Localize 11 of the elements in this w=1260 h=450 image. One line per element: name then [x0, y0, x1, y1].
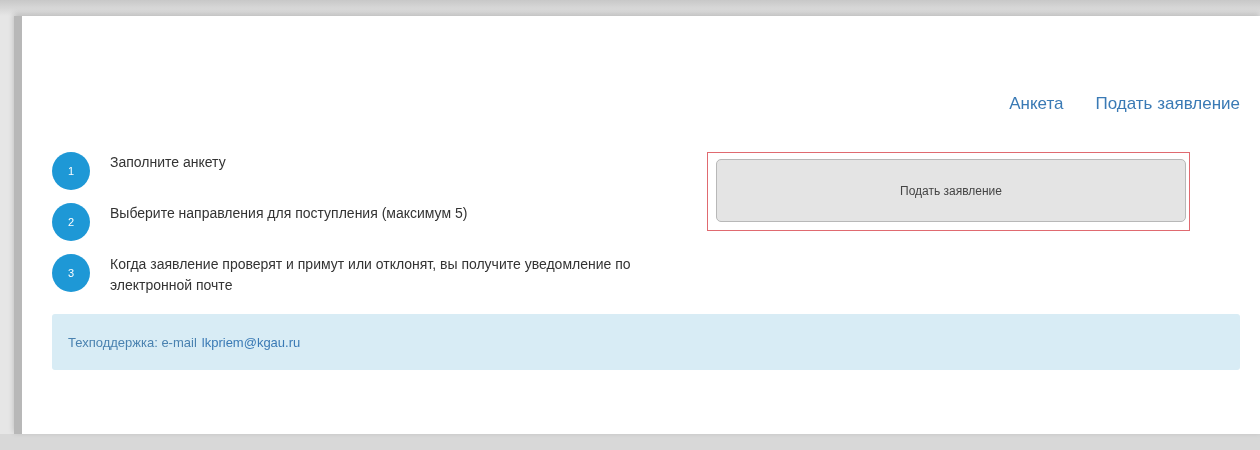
nav-link[interactable]: Анкета — [1009, 94, 1064, 114]
step-text: Выберите направления для поступления (максимум 5) — [110, 204, 468, 223]
submit-button[interactable]: Подать заявление — [716, 159, 1186, 222]
step-text: Когда заявление проверят и примут или отклонят, вы получите уведомление по электронной почте — [110, 255, 632, 295]
step-number: 1 — [52, 152, 90, 190]
nav-link[interactable]: Подать заявление — [1095, 94, 1240, 114]
email-link[interactable]: lkpriem@kgau.ru — [201, 334, 301, 350]
step-number: 2 — [52, 203, 90, 241]
support-label: Техподдержка: e-mail — [68, 334, 197, 350]
step-number: 3 — [52, 254, 90, 292]
step-text: Заполните анкету — [110, 153, 226, 172]
